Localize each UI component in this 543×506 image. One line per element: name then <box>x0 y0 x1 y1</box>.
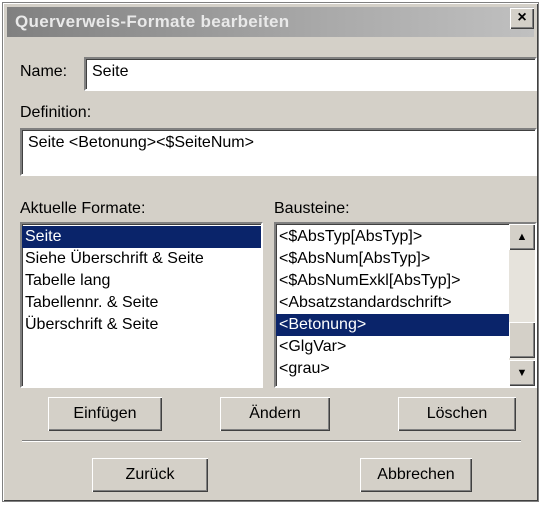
scroll-down-button[interactable]: ▼ <box>509 360 535 386</box>
bausteine-items: <$AbsTyp[AbsTyp]> <$AbsNum[AbsTyp]> <$AbsN… <box>276 226 509 380</box>
bausteine-list-item[interactable]: <GlgVar> <box>276 336 509 358</box>
formats-list-item[interactable]: Siehe Überschrift & Seite <box>22 248 261 270</box>
name-label: Name: <box>20 63 68 80</box>
formats-items: Seite Siehe Überschrift & Seite Tabelle la… <box>22 226 261 336</box>
formats-list-item[interactable]: Seite <box>22 226 261 248</box>
formats-list-item[interactable]: Tabellennr. & Seite <box>22 292 261 314</box>
bausteine-scrollbar[interactable]: ▲ ▼ <box>509 224 535 386</box>
arrow-up-icon: ▲ <box>516 231 528 243</box>
bausteine-list[interactable]: <$AbsTyp[AbsTyp]> <$AbsNum[AbsTyp]> <$AbsN… <box>274 222 537 388</box>
formats-list-item[interactable]: Tabelle lang <box>22 270 261 292</box>
bausteine-list-item[interactable]: <$AbsNumExkl[AbsTyp]> <box>276 270 509 292</box>
delete-button[interactable]: Löschen <box>398 397 516 431</box>
bausteine-list-item[interactable]: <$AbsNum[AbsTyp]> <box>276 248 509 270</box>
close-icon: × <box>517 9 527 26</box>
bausteine-list-item[interactable]: <$AbsTyp[AbsTyp]> <box>276 226 509 248</box>
back-button[interactable]: Zurück <box>92 458 208 492</box>
scroll-up-button[interactable]: ▲ <box>509 224 535 250</box>
formats-list[interactable]: Seite Siehe Überschrift & Seite Tabelle la… <box>20 222 263 388</box>
name-field[interactable]: Seite <box>84 57 537 91</box>
cancel-button[interactable]: Abbrechen <box>360 458 472 492</box>
definition-label: Definition: <box>20 104 92 121</box>
separator <box>22 440 521 442</box>
scroll-thumb[interactable] <box>509 322 535 358</box>
dialog-title: Querverweis-Formate bearbeiten <box>15 12 290 31</box>
formats-list-item[interactable]: Überschrift & Seite <box>22 314 261 336</box>
change-button[interactable]: Ändern <box>220 397 330 431</box>
close-button[interactable]: × <box>510 8 534 29</box>
formats-label: Aktuelle Formate: <box>20 200 146 217</box>
bausteine-list-item[interactable]: <Betonung> <box>276 314 509 336</box>
definition-field-value: Seite <Betonung><$SeiteNum> <box>28 134 254 151</box>
definition-field[interactable]: Seite <Betonung><$SeiteNum> <box>20 128 537 176</box>
bausteine-label: Bausteine: <box>274 200 350 217</box>
name-field-value: Seite <box>92 63 129 80</box>
bausteine-list-item[interactable]: <Absatzstandardschrift> <box>276 292 509 314</box>
bausteine-list-item[interactable]: <grau> <box>276 358 509 380</box>
title-bar[interactable]: Querverweis-Formate bearbeiten <box>7 7 534 37</box>
arrow-down-icon: ▼ <box>516 367 528 379</box>
insert-button[interactable]: Einfügen <box>48 397 162 431</box>
